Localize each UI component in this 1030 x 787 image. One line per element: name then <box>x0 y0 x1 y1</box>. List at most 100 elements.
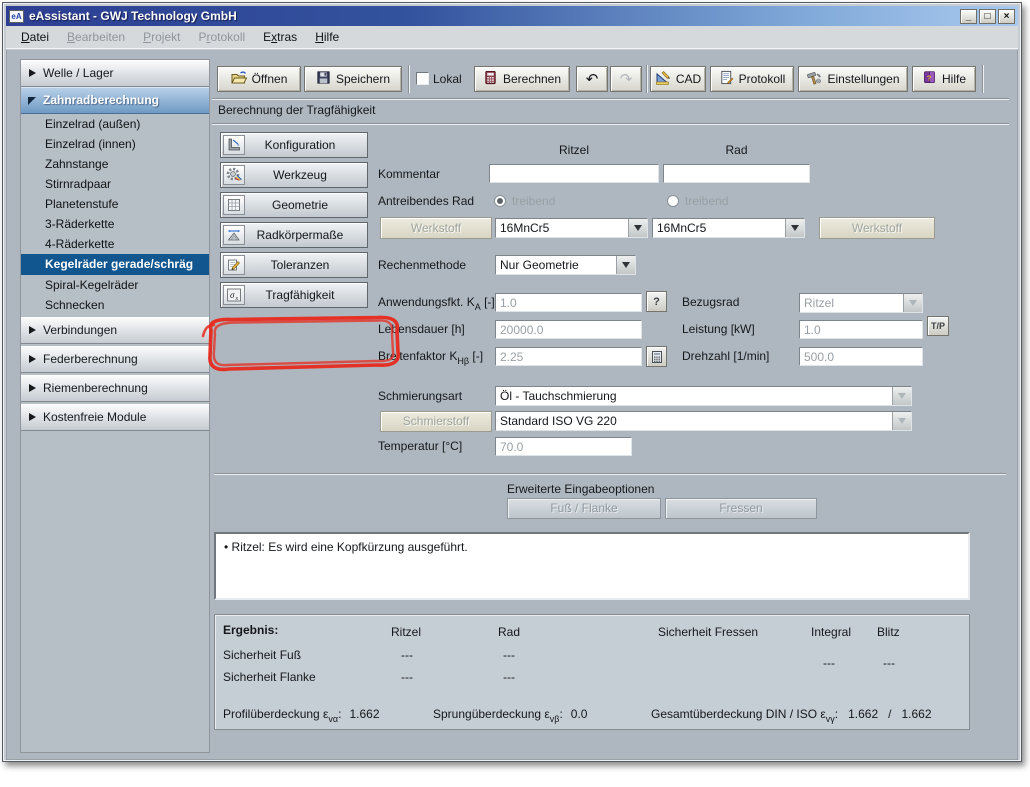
reference-gear-dropdown[interactable]: Ritzel <box>799 293 923 313</box>
root-flank-button[interactable]: Fuß / Flanke <box>507 498 661 519</box>
help-button[interactable]: ? Hilfe <box>912 66 976 92</box>
gear-icon <box>223 165 245 185</box>
sidebar-item-4-raederkette[interactable]: 4-Räderkette <box>21 234 209 254</box>
scuffing-flash-value: --- <box>883 656 895 670</box>
driving-pinion-radio[interactable] <box>494 195 506 207</box>
pencil-paper-icon <box>223 255 245 275</box>
maximize-button[interactable]: □ <box>979 9 996 24</box>
tool-button[interactable]: Werkzeug <box>220 162 368 188</box>
calculation-method-dropdown[interactable]: Nur Geometrie <box>495 255 636 275</box>
sidebar-item-kegelraeder-selected[interactable]: Kegelräder gerade/schräg <box>21 254 209 275</box>
menu-item-protokoll[interactable]: Protokoll <box>189 30 254 44</box>
dimension-ruler-icon <box>223 225 245 245</box>
torque-power-toggle-button[interactable]: T/P <box>927 316 949 336</box>
sidebar-item-schnecken[interactable]: Schnecken <box>21 295 209 315</box>
results-column-integral: Integral <box>811 625 851 639</box>
calculator-icon <box>483 70 498 88</box>
local-checkbox[interactable] <box>416 72 429 85</box>
load-capacity-button[interactable]: σx Tragfähigkeit <box>220 282 368 308</box>
lubricant-dropdown[interactable]: Standard ISO VG 220 <box>495 411 912 431</box>
protocol-button[interactable]: Protokoll <box>710 66 794 92</box>
chevron-down-icon <box>903 294 922 312</box>
redo-button[interactable]: ↷ <box>610 66 642 92</box>
save-button[interactable]: Speichern <box>304 66 402 92</box>
configuration-button[interactable]: Konfiguration <box>220 132 368 158</box>
sidebar-item-zahnstange[interactable]: Zahnstange <box>21 154 209 174</box>
results-panel: Ergebnis: Ritzel Rad Sicherheit Fressen … <box>214 614 970 730</box>
settings-button[interactable]: Einstellungen <box>798 66 908 92</box>
content-area: Welle / Lager Zahnradberechnung Einzelra… <box>6 49 1018 760</box>
sidebar-item-planetenstufe[interactable]: Planetenstufe <box>21 194 209 214</box>
root-safety-label: Sicherheit Fuß <box>223 648 301 662</box>
title-bar: eA eAssistant - GWJ Technology GmbH _ □ … <box>6 6 1018 26</box>
chevron-right-icon <box>29 326 36 334</box>
undo-button[interactable]: ↶ <box>576 66 608 92</box>
open-folder-icon <box>231 70 247 89</box>
temperature-input[interactable]: 70.0 <box>495 437 632 456</box>
driving-gear-radio[interactable] <box>667 195 679 207</box>
advanced-options-title: Erweiterte Eingabeoptionen <box>507 482 654 496</box>
comment-label: Kommentar <box>378 167 440 181</box>
menu-item-datei[interactable]: Datei <box>12 30 58 44</box>
menu-item-extras[interactable]: Extras <box>254 30 306 44</box>
profile-contact-ratio: Profilüberdeckung εvα:1.662 <box>223 707 380 724</box>
sidebar-section-welle-lager[interactable]: Welle / Lager <box>21 60 209 87</box>
root-safety-pinion-value: --- <box>401 648 413 662</box>
application-factor-input[interactable]: 1.0 <box>495 293 642 312</box>
message-text: Ritzel: Es wird eine Kopfkürzung ausgefü… <box>232 540 468 554</box>
sidebar-item-3-raederkette[interactable]: 3-Räderkette <box>21 214 209 234</box>
width-factor-calculator-button[interactable] <box>646 346 667 367</box>
calculator-icon <box>651 351 663 363</box>
sidebar-section-verbindungen[interactable]: Verbindungen <box>21 317 209 344</box>
chevron-down-icon <box>616 256 635 274</box>
open-button[interactable]: Öffnen <box>217 66 301 92</box>
cad-button[interactable]: CAD <box>650 66 706 92</box>
chevron-down-icon <box>785 219 804 237</box>
material-pinion-dropdown[interactable]: 16MnCr5 <box>495 218 648 238</box>
lubricant-button[interactable]: Schmierstoff <box>380 411 492 432</box>
comment-pinion-input[interactable] <box>489 164 659 183</box>
sidebar-section-kostenfreie-module[interactable]: Kostenfreie Module <box>21 404 209 431</box>
close-button[interactable]: × <box>998 9 1015 24</box>
tolerances-button[interactable]: Toleranzen <box>220 252 368 278</box>
menu-item-projekt[interactable]: Projekt <box>134 30 189 44</box>
profile-contact-ratio-value: 1.662 <box>349 707 379 721</box>
sidebar-item-stirnradpaar[interactable]: Stirnradpaar <box>21 174 209 194</box>
calculate-button[interactable]: Berechnen <box>474 66 570 92</box>
minimize-button[interactable]: _ <box>960 9 977 24</box>
message-panel: • Ritzel: Es wird eine Kopfkürzung ausge… <box>214 532 970 600</box>
application-factor-help-button[interactable]: ? <box>646 291 667 312</box>
sidebar-item-spiral-kegelraeder[interactable]: Spiral-Kegelräder <box>21 275 209 295</box>
wheel-body-dimensions-button[interactable]: Radkörpermaße <box>220 222 368 248</box>
geometry-button[interactable]: Geometrie <box>220 192 368 218</box>
material-gear-button[interactable]: Werkstoff <box>819 217 935 239</box>
power-input[interactable]: 1.0 <box>799 320 923 339</box>
material-pinion-button[interactable]: Werkstoff <box>380 217 492 239</box>
results-column-gear: Rad <box>498 625 520 639</box>
menu-bar: Datei Bearbeiten Projekt Protokoll Extra… <box>6 26 1018 49</box>
chevron-down-icon <box>628 219 647 237</box>
sidebar-section-federberechnung[interactable]: Federberechnung <box>21 346 209 373</box>
life-input[interactable]: 20000.0 <box>495 320 642 339</box>
driving-gear-radio-label: treibend <box>685 194 728 208</box>
scuffing-button[interactable]: Fressen <box>665 498 817 519</box>
divider <box>214 473 1006 475</box>
svg-text:σ: σ <box>230 290 235 300</box>
width-factor-input[interactable]: 2.25 <box>495 347 642 366</box>
speed-input[interactable]: 500.0 <box>799 347 923 366</box>
lubrication-type-dropdown[interactable]: Öl - Tauchschmierung <box>495 386 912 406</box>
toolbar-separator <box>408 65 410 93</box>
sidebar-item-einzelrad-aussen[interactable]: Einzelrad (außen) <box>21 114 209 134</box>
calculation-method-label: Rechenmethode <box>378 258 466 272</box>
sidebar-section-riemenberechnung[interactable]: Riemenberechnung <box>21 375 209 402</box>
sidebar-section-zahnradberechnung[interactable]: Zahnradberechnung <box>21 87 209 114</box>
menu-item-bearbeiten[interactable]: Bearbeiten <box>58 30 134 44</box>
application-factor-label: Anwendungsfkt. KA [-] <box>378 295 495 312</box>
material-gear-dropdown[interactable]: 16MnCr5 <box>652 218 805 238</box>
results-column-flash: Blitz <box>877 625 900 639</box>
menu-item-hilfe[interactable]: Hilfe <box>306 30 348 44</box>
flank-safety-label: Sicherheit Flanke <box>223 670 316 684</box>
sidebar-item-einzelrad-innen[interactable]: Einzelrad (innen) <box>21 134 209 154</box>
comment-gear-input[interactable] <box>663 164 810 183</box>
overlap-ratio-value: 0.0 <box>571 707 588 721</box>
